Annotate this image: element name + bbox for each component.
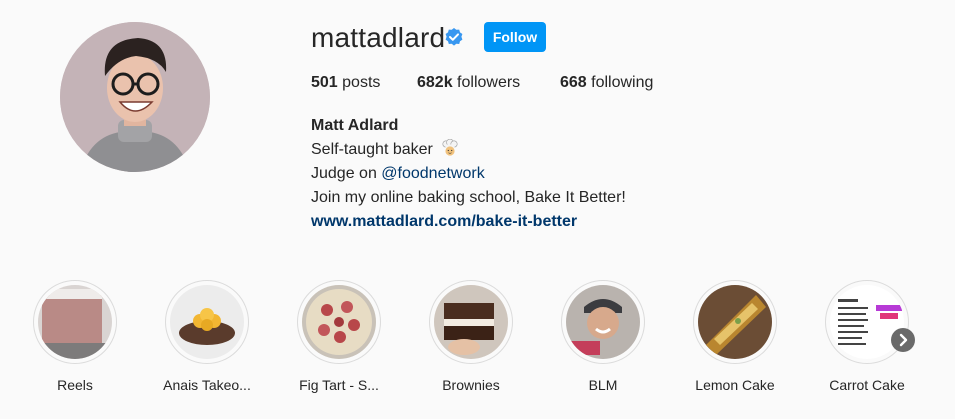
bio-name: Matt Adlard [311,117,399,134]
follow-button[interactable]: Follow [484,22,546,52]
followers-label: followers [452,74,521,91]
followers-stat[interactable]: 682k followers [417,74,520,92]
verified-badge-icon [444,27,464,47]
highlight-ring [429,280,513,364]
bio-line-school: Join my online baking school, Bake It Be… [311,189,626,206]
highlights-next-button[interactable] [891,328,915,352]
highlight-item[interactable]: Fig Tart - S... [274,280,404,393]
highlight-label: Carrot Cake [829,377,905,393]
bio-judge-text: Judge on [311,165,382,182]
bio-baker-text: Self-taught baker [311,141,438,158]
highlight-ring [561,280,645,364]
bio-line-baker: Self-taught baker [311,138,626,162]
chef-emoji-icon [441,138,459,157]
highlight-item[interactable]: Anais Takeo... [142,280,272,393]
posts-stat[interactable]: 501 posts [311,74,380,92]
highlight-thumbnail [698,285,772,359]
posts-label: posts [337,74,381,91]
highlight-item[interactable]: Lemon Cake [670,280,800,393]
highlight-thumbnail [302,285,376,359]
highlight-item[interactable]: Brownies [406,280,536,393]
highlight-label: BLM [588,377,618,393]
profile-bio: Matt Adlard Self-taught baker Judge on @… [311,114,626,234]
highlight-label: Anais Takeo... [163,377,251,393]
website-link[interactable]: www.mattadlard.com/bake-it-better [311,213,577,230]
highlight-label: Lemon Cake [695,377,775,393]
highlight-thumbnail [170,285,244,359]
highlight-thumbnail [434,285,508,359]
highlight-ring [297,280,381,364]
chevron-right-icon [899,333,908,347]
profile-username: mattadlard [311,22,446,53]
following-stat[interactable]: 668 following [560,74,653,92]
bio-line-judge: Judge on @foodnetwork [311,162,626,186]
bio-line-website: www.mattadlard.com/bake-it-better [311,210,626,234]
highlight-label: Reels [57,377,93,393]
following-count: 668 [560,74,587,91]
posts-count: 501 [311,74,338,91]
highlight-label: Brownies [442,377,500,393]
followers-count: 682k [417,74,453,91]
highlight-thumbnail [566,285,640,359]
highlight-label: Fig Tart - S... [299,377,379,393]
highlight-item[interactable]: BLM [538,280,668,393]
highlight-ring [165,280,249,364]
story-highlights: Reels Anais Takeo... Fig Tart - S... Bro… [0,280,955,410]
highlight-item[interactable]: Reels [10,280,140,393]
foodnetwork-mention-link[interactable]: @foodnetwork [381,165,484,182]
following-label: following [586,74,654,91]
highlight-ring [693,280,777,364]
highlight-thumbnail [38,285,112,359]
highlight-ring [33,280,117,364]
profile-avatar[interactable] [60,22,210,172]
